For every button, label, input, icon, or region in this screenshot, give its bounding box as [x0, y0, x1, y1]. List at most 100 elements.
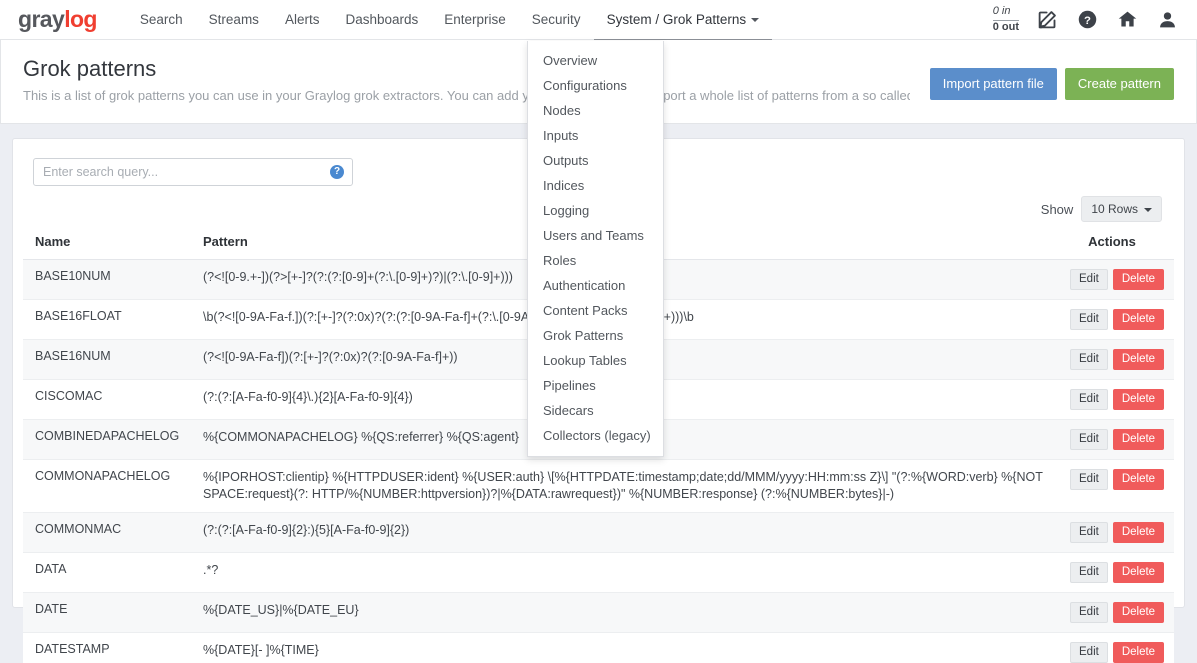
row-actions-cell: Edit Delete [1058, 419, 1174, 461]
dropdown-item-indices[interactable]: Indices [528, 173, 663, 198]
home-icon[interactable] [1117, 9, 1139, 31]
throughput-indicator: 0 in 0 out [992, 5, 1019, 35]
nav-link-streams[interactable]: Streams [196, 0, 272, 40]
dropdown-item-grok-patterns[interactable]: Grok Patterns [528, 323, 663, 348]
nav-link-label: Search [139, 11, 183, 27]
navbar-right: 0 in 0 out ? [992, 5, 1183, 35]
edit-button[interactable]: Edit [1070, 349, 1108, 371]
edit-button[interactable]: Edit [1070, 309, 1108, 331]
edit-button[interactable]: Edit [1070, 641, 1108, 663]
main-navbar: graylog Search Streams Alerts Dashboards Ent… [0, 0, 1197, 457]
pattern-name-cell: DATE [23, 592, 191, 633]
throughput-in: 0 in [992, 5, 1019, 21]
edit-button[interactable]: Edit [1070, 521, 1108, 543]
nav-link-label: Dashboards [345, 11, 419, 27]
row-actions-cell: Edit Delete [1058, 339, 1174, 381]
row-actions-cell: Edit Delete [1058, 379, 1174, 421]
chevron-down-icon [1144, 208, 1152, 213]
row-actions-cell: Edit Delete [1058, 552, 1174, 593]
delete-button[interactable]: Delete [1112, 389, 1165, 411]
delete-button[interactable]: Delete [1112, 561, 1165, 583]
pattern-name-cell: BASE10NUM [23, 259, 191, 301]
dropdown-item-configurations[interactable]: Configurations [528, 73, 663, 98]
nav-link-security[interactable]: Security [519, 0, 594, 40]
page-description: This is a list of grok patterns you can … [23, 88, 910, 104]
table-row: COMMONMAC (?:(?:[A-Fa-f0-9]{2}:){5}[A-Fa-… [23, 512, 1174, 553]
dropdown-item-roles[interactable]: Roles [528, 248, 663, 273]
import-pattern-file-button[interactable]: Import pattern file [929, 68, 1057, 100]
row-actions-cell: Edit Delete [1058, 632, 1174, 663]
row-actions-cell: Edit Delete [1058, 512, 1174, 553]
delete-button[interactable]: Delete [1112, 309, 1165, 331]
delete-button[interactable]: Delete [1112, 349, 1165, 371]
dropdown-item-logging[interactable]: Logging [528, 198, 663, 223]
pattern-value-cell: %{IPORHOST:clientip} %{HTTPDUSER:ident} … [191, 459, 1058, 513]
delete-button[interactable]: Delete [1112, 641, 1165, 663]
pattern-name-cell: COMMONAPACHELOG [23, 459, 191, 513]
dropdown-item-users-and-teams[interactable]: Users and Teams [528, 223, 663, 248]
create-pattern-button[interactable]: Create pattern [1064, 68, 1174, 100]
delete-button[interactable]: Delete [1112, 469, 1165, 491]
chevron-down-icon [751, 17, 760, 22]
table-row: DATA .*? Edit Delete [23, 552, 1174, 593]
page-title: Grok patterns [23, 56, 157, 81]
pattern-name-cell: CISCOMAC [23, 379, 191, 421]
edit-button[interactable]: Edit [1070, 269, 1108, 291]
delete-button[interactable]: Delete [1112, 269, 1165, 291]
table-row: DATE %{DATE_US}|%{DATE_EU} Edit Delete [23, 592, 1174, 633]
pattern-value-cell: (?:(?:[A-Fa-f0-9]{2}:){5}[A-Fa-f0-9]{2}) [191, 512, 1058, 553]
nav-link-search[interactable]: Search [127, 0, 196, 40]
edit-button[interactable]: Edit [1070, 469, 1108, 491]
edit-button[interactable]: Edit [1070, 429, 1108, 451]
dropdown-item-nodes[interactable]: Nodes [528, 98, 663, 123]
dropdown-item-inputs[interactable]: Inputs [528, 123, 663, 148]
nav-link-dashboards[interactable]: Dashboards [332, 0, 431, 40]
edit-icon[interactable] [1037, 9, 1059, 31]
nav-link-alerts[interactable]: Alerts [272, 0, 333, 40]
nav-link-enterprise[interactable]: Enterprise [431, 0, 519, 40]
dropdown-item-overview[interactable]: Overview [528, 48, 663, 73]
pattern-value-cell: %{DATE_US}|%{DATE_EU} [191, 592, 1058, 633]
dropdown-item-sidecars[interactable]: Sidecars [528, 398, 663, 423]
user-icon[interactable] [1157, 9, 1179, 31]
logo-text-log: log [64, 6, 97, 32]
dropdown-item-authentication[interactable]: Authentication [528, 273, 663, 298]
row-actions-cell: Edit Delete [1058, 459, 1174, 513]
show-label: Show [1040, 201, 1074, 217]
throughput-out: 0 out [992, 20, 1019, 33]
edit-button[interactable]: Edit [1070, 389, 1108, 411]
nav-link-label: Security [531, 11, 581, 27]
nav-links: Search Streams Alerts Dashboards Enterprise S… [127, 0, 773, 40]
edit-button[interactable]: Edit [1070, 601, 1108, 623]
pattern-name-cell: COMBINEDAPACHELOG [23, 419, 191, 461]
nav-link-label: Enterprise [444, 11, 506, 27]
dropdown-item-content-packs[interactable]: Content Packs [528, 298, 663, 323]
delete-button[interactable]: Delete [1112, 521, 1165, 543]
pattern-name-cell: COMMONMAC [23, 512, 191, 553]
help-icon[interactable]: ? [1077, 9, 1099, 31]
dropdown-item-outputs[interactable]: Outputs [528, 148, 663, 173]
delete-button[interactable]: Delete [1112, 601, 1165, 623]
page-header-text: Grok patterns This is a list of grok pat… [23, 56, 930, 105]
pattern-name-cell: DATA [23, 552, 191, 593]
search-box: ? [33, 158, 353, 187]
dropdown-item-collectors-legacy[interactable]: Collectors (legacy) [528, 423, 663, 448]
graylog-logo[interactable]: graylog [18, 8, 97, 31]
rows-per-page-select[interactable]: 10 Rows [1081, 196, 1162, 223]
column-header-name: Name [23, 228, 191, 261]
dropdown-item-pipelines[interactable]: Pipelines [528, 373, 663, 398]
pattern-value-cell: .*? [191, 552, 1058, 593]
column-header-actions: Actions [1058, 228, 1174, 261]
logo-text-gray: gray [18, 6, 65, 32]
table-row: COMMONAPACHELOG %{IPORHOST:clientip} %{HT… [23, 459, 1174, 513]
table-row: DATESTAMP %{DATE}[- ]%{TIME} Edit Delete [23, 632, 1174, 663]
search-input[interactable] [34, 159, 352, 186]
nav-link-system-grok-patterns[interactable]: System / Grok Patterns [593, 0, 773, 40]
edit-button[interactable]: Edit [1070, 561, 1108, 583]
pattern-name-cell: BASE16NUM [23, 339, 191, 381]
delete-button[interactable]: Delete [1112, 429, 1165, 451]
row-actions-cell: Edit Delete [1058, 592, 1174, 633]
dropdown-item-lookup-tables[interactable]: Lookup Tables [528, 348, 663, 373]
nav-link-label: System / Grok Patterns [606, 11, 747, 27]
nav-link-label: Alerts [284, 11, 320, 27]
